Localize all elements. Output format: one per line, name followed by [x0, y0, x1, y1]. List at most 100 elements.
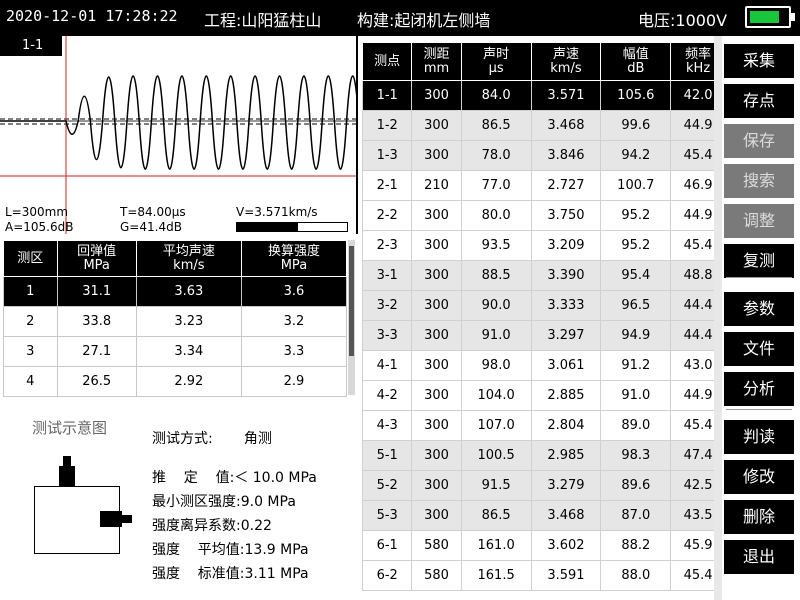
region-table-row[interactable]: 2 33.8 3.23 3.2	[3, 306, 348, 337]
region-table-row[interactable]: 4 26.5 2.92 2.9	[3, 366, 348, 397]
menu-button-11[interactable]: 删除	[724, 500, 794, 534]
measure-col-header-3: 声速 km/s	[530, 42, 602, 81]
measurement-cell: 580	[411, 530, 462, 561]
measurement-cell: 88.2	[600, 530, 672, 561]
measurement-cell: 300	[411, 470, 462, 501]
region-col-header-unit: km/s	[173, 257, 205, 273]
region-cell: 3	[3, 336, 58, 367]
region-table-scrollbar[interactable]	[348, 240, 355, 395]
menu-button-12[interactable]: 退出	[724, 540, 794, 574]
measurement-row[interactable]: 2-3 300 93.5 3.209 95.2 45.4	[361, 230, 714, 261]
measurement-cell: 96.5	[600, 290, 672, 321]
measurement-cell: 94.2	[600, 140, 672, 171]
measure-col-header-0: 测点	[361, 42, 413, 81]
menu-divider	[726, 277, 792, 278]
menu-button-7[interactable]: 文件	[724, 332, 794, 366]
measurement-row[interactable]: 1-1 300 84.0 3.571 105.6 42.0	[361, 80, 714, 111]
distance-readout: L=300mm	[5, 205, 69, 219]
measurement-cell: 100.5	[460, 440, 532, 471]
measurement-cell: 44.9	[670, 110, 714, 141]
menu-button-5[interactable]: 复测	[724, 244, 794, 278]
measurement-cell: 89.0	[600, 410, 672, 441]
measurement-cell: 86.5	[460, 500, 532, 531]
status-bar: 2020-12-01 17:28:22 工程:山阳猛柱山 构建:起闭机左侧墙 电…	[0, 0, 800, 36]
measurement-cell: 2-3	[361, 230, 413, 261]
measure-col-header-title: 测点	[374, 53, 401, 69]
menu-button-1[interactable]: 存点	[724, 84, 794, 118]
region-cell: 4	[3, 366, 58, 397]
measurement-row[interactable]: 6-1 580 161.0 3.602 88.2 45.9	[361, 530, 714, 561]
measurement-cell: 161.0	[460, 530, 532, 561]
measure-col-header-1: 测距 mm	[411, 42, 462, 81]
menu-button-0[interactable]: 采集	[724, 44, 794, 78]
measurement-cell: 4-1	[361, 350, 413, 381]
region-table-row[interactable]: 3 27.1 3.34 3.3	[3, 336, 348, 367]
region-col-header-unit: MPa	[280, 257, 308, 273]
region-col-header-title: 平均声速	[162, 243, 215, 259]
measurement-row[interactable]: 4-3 300 107.0 2.804 89.0 45.4	[361, 410, 714, 441]
measurement-cell: 46.9	[670, 170, 714, 201]
measurement-row[interactable]: 1-2 300 86.5 3.468 99.6 44.9	[361, 110, 714, 141]
region-cell: 31.1	[56, 276, 137, 307]
measurement-cell: 45.4	[670, 560, 714, 591]
measurement-row[interactable]: 5-1 300 100.5 2.985 98.3 47.4	[361, 440, 714, 471]
measurement-cell: 3-1	[361, 260, 413, 291]
measurement-cell: 3.390	[530, 260, 602, 291]
measurement-row[interactable]: 2-2 300 80.0 3.750 95.2 44.9	[361, 200, 714, 231]
region-table-panel[interactable]: 测区 回弹值 MPa 平均声速 km/s 换算强度 MPa 1 31.1 3.63 3.6 2 33.…	[0, 236, 358, 398]
measurement-cell: 5-2	[361, 470, 413, 501]
region-cell: 3.34	[135, 336, 242, 367]
measurement-cell: 48.8	[670, 260, 714, 291]
measurement-cell: 98.3	[600, 440, 672, 471]
measurement-row[interactable]: 5-2 300 91.5 3.279 89.6 42.5	[361, 470, 714, 501]
velocity-bar	[236, 222, 348, 232]
menu-button-3[interactable]: 搜索	[724, 164, 794, 198]
top-sensor-cap	[63, 456, 71, 466]
menu-button-9[interactable]: 判读	[724, 420, 794, 454]
region-cell: 3.2	[240, 306, 348, 337]
menu-button-6[interactable]: 参数	[724, 292, 794, 326]
waveform-panel[interactable]: 1-1 L=300mm A=105.6dB T=84.00μs G=41.4dB…	[0, 36, 358, 234]
measurement-cell: 300	[411, 290, 462, 321]
measurement-cell: 44.9	[670, 200, 714, 231]
menu-divider	[726, 409, 792, 410]
measurement-row[interactable]: 5-3 300 86.5 3.468 87.0 43.5	[361, 500, 714, 531]
measurement-cell: 300	[411, 380, 462, 411]
measurement-cell: 77.0	[460, 170, 532, 201]
region-cell: 1	[3, 276, 58, 307]
region-col-header-2: 平均声速 km/s	[135, 240, 242, 277]
measurement-cell: 44.9	[670, 380, 714, 411]
component-label: 构建:起闭机左侧墙	[357, 11, 491, 30]
menu-button-4[interactable]: 调整	[724, 204, 794, 238]
measurement-cell: 300	[411, 350, 462, 381]
measure-col-header-unit: km/s	[550, 60, 582, 76]
measurement-cell: 3.846	[530, 140, 602, 171]
measurement-row[interactable]: 4-1 300 98.0 3.061 91.2 43.0	[361, 350, 714, 381]
measurement-table-scrollbar[interactable]	[714, 36, 722, 600]
measurement-cell: 300	[411, 320, 462, 351]
measurement-cell: 300	[411, 260, 462, 291]
measurement-row[interactable]: 3-3 300 91.0 3.297 94.9 44.4	[361, 320, 714, 351]
menu-button-10[interactable]: 修改	[724, 460, 794, 494]
measurement-cell: 300	[411, 230, 462, 261]
region-scroll-thumb[interactable]	[349, 246, 354, 356]
measure-col-header-unit: kHz	[686, 60, 711, 76]
measurement-row[interactable]: 2-1 210 77.0 2.727 100.7 46.9	[361, 170, 714, 201]
measurement-cell: 94.9	[600, 320, 672, 351]
measurement-row[interactable]: 3-1 300 88.5 3.390 95.4 48.8	[361, 260, 714, 291]
menu-button-8[interactable]: 分析	[724, 372, 794, 406]
measurement-table[interactable]: 测点 测距 mm 声时 μs 声速 km/s 幅值 dB 频率 kHz 1-1 300 84.0 3.57…	[361, 42, 714, 591]
measurement-cell: 42.5	[670, 470, 714, 501]
measurement-row[interactable]: 6-2 580 161.5 3.591 88.0 45.4	[361, 560, 714, 591]
menu-button-2[interactable]: 保存	[724, 124, 794, 158]
measurement-row[interactable]: 4-2 300 104.0 2.885 91.0 44.9	[361, 380, 714, 411]
region-cell: 27.1	[56, 336, 137, 367]
measurement-row[interactable]: 1-3 300 78.0 3.846 94.2 45.4	[361, 140, 714, 171]
measurement-row[interactable]: 3-2 300 90.0 3.333 96.5 44.4	[361, 290, 714, 321]
measurement-cell: 84.0	[460, 80, 532, 111]
region-col-header-1: 回弹值 MPa	[56, 240, 137, 277]
measurement-cell: 2-2	[361, 200, 413, 231]
measurement-table-panel[interactable]: 测点 测距 mm 声时 μs 声速 km/s 幅值 dB 频率 kHz 1-1 300 84.0 3.57…	[360, 36, 714, 600]
region-table-row[interactable]: 1 31.1 3.63 3.6	[3, 276, 348, 307]
region-table[interactable]: 测区 回弹值 MPa 平均声速 km/s 换算强度 MPa 1 31.1 3.63 3.6 2 33.…	[3, 240, 348, 397]
